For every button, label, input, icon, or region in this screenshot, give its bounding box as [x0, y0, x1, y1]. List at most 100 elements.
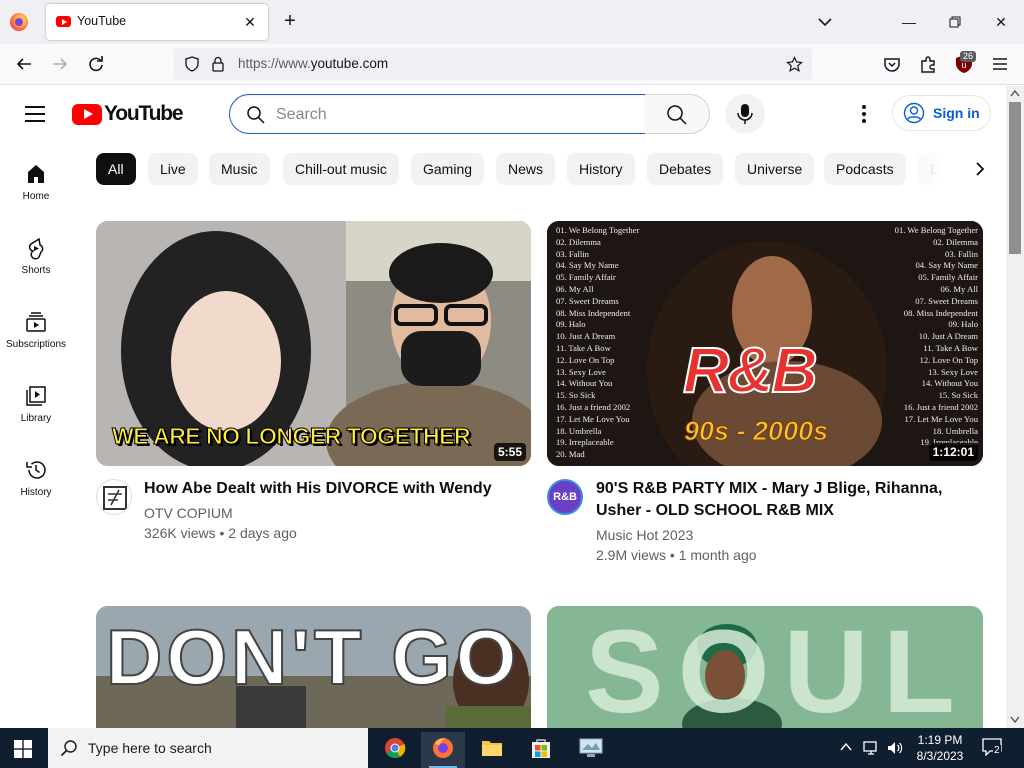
otv-avatar-icon: [103, 486, 127, 510]
taskbar-chrome[interactable]: [373, 732, 417, 768]
tracklist-entry: 17. Let Me Love You: [556, 413, 630, 424]
notification-count: 2: [993, 745, 1001, 756]
chip-live[interactable]: Live: [148, 153, 198, 185]
close-window-icon[interactable]: ✕: [986, 8, 1016, 36]
chip-debates[interactable]: Debates: [647, 153, 724, 185]
youtube-favicon-icon: [56, 16, 71, 27]
sign-in-button[interactable]: Sign in: [892, 95, 991, 131]
taskbar-firefox[interactable]: [421, 732, 465, 768]
taskbar-remote-desktop[interactable]: [568, 732, 612, 768]
maximize-window-icon[interactable]: [940, 8, 970, 36]
url-text[interactable]: https://www.youtube.com: [238, 56, 388, 71]
video-duration-1: 5:55: [493, 443, 526, 461]
tracklist-entry: 18. Umbrella: [932, 425, 978, 436]
tracklist-entry: 11. Take A Bow: [556, 342, 611, 353]
video-channel-1[interactable]: OTV COPIUM: [144, 505, 233, 521]
bookmark-star-icon[interactable]: [786, 56, 803, 73]
guide-item-library[interactable]: Library: [0, 384, 72, 444]
library-icon: [26, 386, 46, 406]
sign-in-label: Sign in: [933, 105, 980, 121]
taskbar-microsoft-store[interactable]: [519, 732, 563, 768]
url-host: youtube.com: [310, 56, 389, 71]
tray-show-hidden-chevron-icon[interactable]: [840, 742, 852, 752]
chip-gaming[interactable]: Gaming: [411, 153, 485, 185]
video-thumbnail-1[interactable]: WE ARE NO LONGER TOGETHER 5:55: [96, 221, 531, 466]
chip-music[interactable]: Music: [209, 153, 270, 185]
scroll-down-arrow-icon[interactable]: [1010, 716, 1020, 724]
tab-title: YouTube: [77, 14, 127, 28]
back-arrow-icon[interactable]: [13, 53, 35, 75]
guide-menu-icon[interactable]: [25, 103, 47, 125]
video-title-1[interactable]: How Abe Dealt with His DIVORCE with Wend…: [144, 478, 524, 500]
microphone-icon: [737, 104, 753, 124]
padlock-icon[interactable]: [211, 56, 225, 72]
pocket-icon[interactable]: [881, 53, 903, 75]
browser-tab-youtube[interactable]: YouTube ✕: [46, 4, 268, 40]
guide-label-subscriptions: Subscriptions: [5, 339, 67, 350]
minimize-window-icon[interactable]: —: [894, 8, 924, 36]
search-input[interactable]: [276, 104, 616, 126]
extensions-puzzle-icon[interactable]: [917, 53, 939, 75]
search-button[interactable]: [645, 94, 710, 134]
chip-universe[interactable]: Universe: [735, 153, 815, 185]
settings-kebab-icon[interactable]: [852, 102, 876, 126]
chips-next-chevron-icon[interactable]: [966, 155, 994, 183]
channel-avatar-otv-copium[interactable]: [96, 479, 132, 515]
video-thumbnail-2[interactable]: 01. We Belong Together 02. Dilemma 03. Fal…: [547, 221, 983, 466]
video-title-2-line-2[interactable]: Usher - OLD SCHOOL R&B MIX: [596, 500, 976, 522]
page-scrollbar[interactable]: [1006, 86, 1024, 728]
chip-news[interactable]: News: [496, 153, 556, 185]
tracklist-entry: 04. Say My Name: [915, 260, 978, 271]
thumbnail-2-decades-text: 90s - 2000s: [683, 416, 829, 447]
windows-start-icon[interactable]: [14, 740, 32, 758]
youtube-logo[interactable]: YouTube: [72, 102, 184, 126]
video-channel-2[interactable]: Music Hot 2023: [596, 527, 693, 543]
search-box[interactable]: [229, 94, 646, 134]
taskbar-clock[interactable]: 1:19 PM 8/3/2023: [910, 732, 970, 764]
forward-arrow-icon[interactable]: [49, 53, 71, 75]
tracklist-entry: 08. Miss Independent: [556, 307, 631, 318]
extension-badge-count: 26: [960, 51, 977, 62]
url-bar[interactable]: https://www.youtube.com: [174, 48, 812, 80]
taskbar-file-explorer[interactable]: [470, 732, 514, 768]
chip-podcasts[interactable]: Podcasts: [824, 153, 906, 185]
channel-avatar-music-hot[interactable]: R&B: [547, 479, 583, 515]
account-circle-icon: [903, 102, 925, 124]
new-tab-plus-icon[interactable]: +: [279, 11, 301, 33]
video-thumbnail-4[interactable]: SOUL: [547, 606, 983, 728]
chrome-icon: [385, 738, 406, 759]
taskbar-search-box[interactable]: Type here to search: [48, 728, 368, 768]
thumbnail-3-text: DON'T GO: [105, 612, 521, 702]
chip-all[interactable]: All: [96, 153, 136, 185]
clock-time: 1:19 PM: [917, 733, 963, 747]
voice-search-button[interactable]: [725, 94, 765, 134]
guide-item-home[interactable]: Home: [0, 162, 72, 222]
scrollbar-thumb[interactable]: [1009, 102, 1021, 254]
video-thumbnail-3[interactable]: DON'T GO: [96, 606, 531, 728]
scroll-up-arrow-icon[interactable]: [1010, 89, 1020, 97]
network-icon[interactable]: [862, 740, 880, 756]
tracking-shield-icon[interactable]: [184, 56, 200, 72]
guide-item-subscriptions[interactable]: Subscriptions: [0, 310, 72, 370]
tracklist-entry: 01. We Belong Together: [556, 225, 640, 235]
history-clock-icon: [26, 461, 46, 479]
chip-history[interactable]: History: [567, 153, 635, 185]
video-title-2-line-1[interactable]: 90'S R&B PARTY MIX - Mary J Blige, Rihan…: [596, 478, 976, 500]
list-all-tabs-chevron-icon[interactable]: [815, 12, 835, 32]
tracklist-entry: 10. Just A Dream: [556, 331, 616, 342]
chip-chill-out-music[interactable]: Chill-out music: [283, 153, 399, 185]
volume-speaker-icon[interactable]: [886, 740, 904, 756]
tracklist-entry: 16. Just a friend 2002: [903, 401, 978, 412]
thumbnail-1-caption: WE ARE NO LONGER TOGETHER: [111, 423, 471, 450]
thumbnail-2-rnb-text: R&B: [682, 333, 819, 407]
reload-icon[interactable]: [85, 53, 107, 75]
tracklist-entry: 15. So Sick: [938, 390, 978, 401]
app-menu-hamburger-icon[interactable]: [989, 53, 1011, 75]
guide-item-shorts[interactable]: Shorts: [0, 236, 72, 296]
action-center-button[interactable]: 2: [982, 738, 1006, 760]
tracklist-entry: 20. Mad: [556, 449, 585, 460]
guide-item-history[interactable]: History: [0, 458, 72, 518]
close-tab-icon[interactable]: ✕: [240, 12, 260, 32]
firefox-icon[interactable]: [10, 13, 28, 31]
folder-icon: [482, 741, 502, 756]
